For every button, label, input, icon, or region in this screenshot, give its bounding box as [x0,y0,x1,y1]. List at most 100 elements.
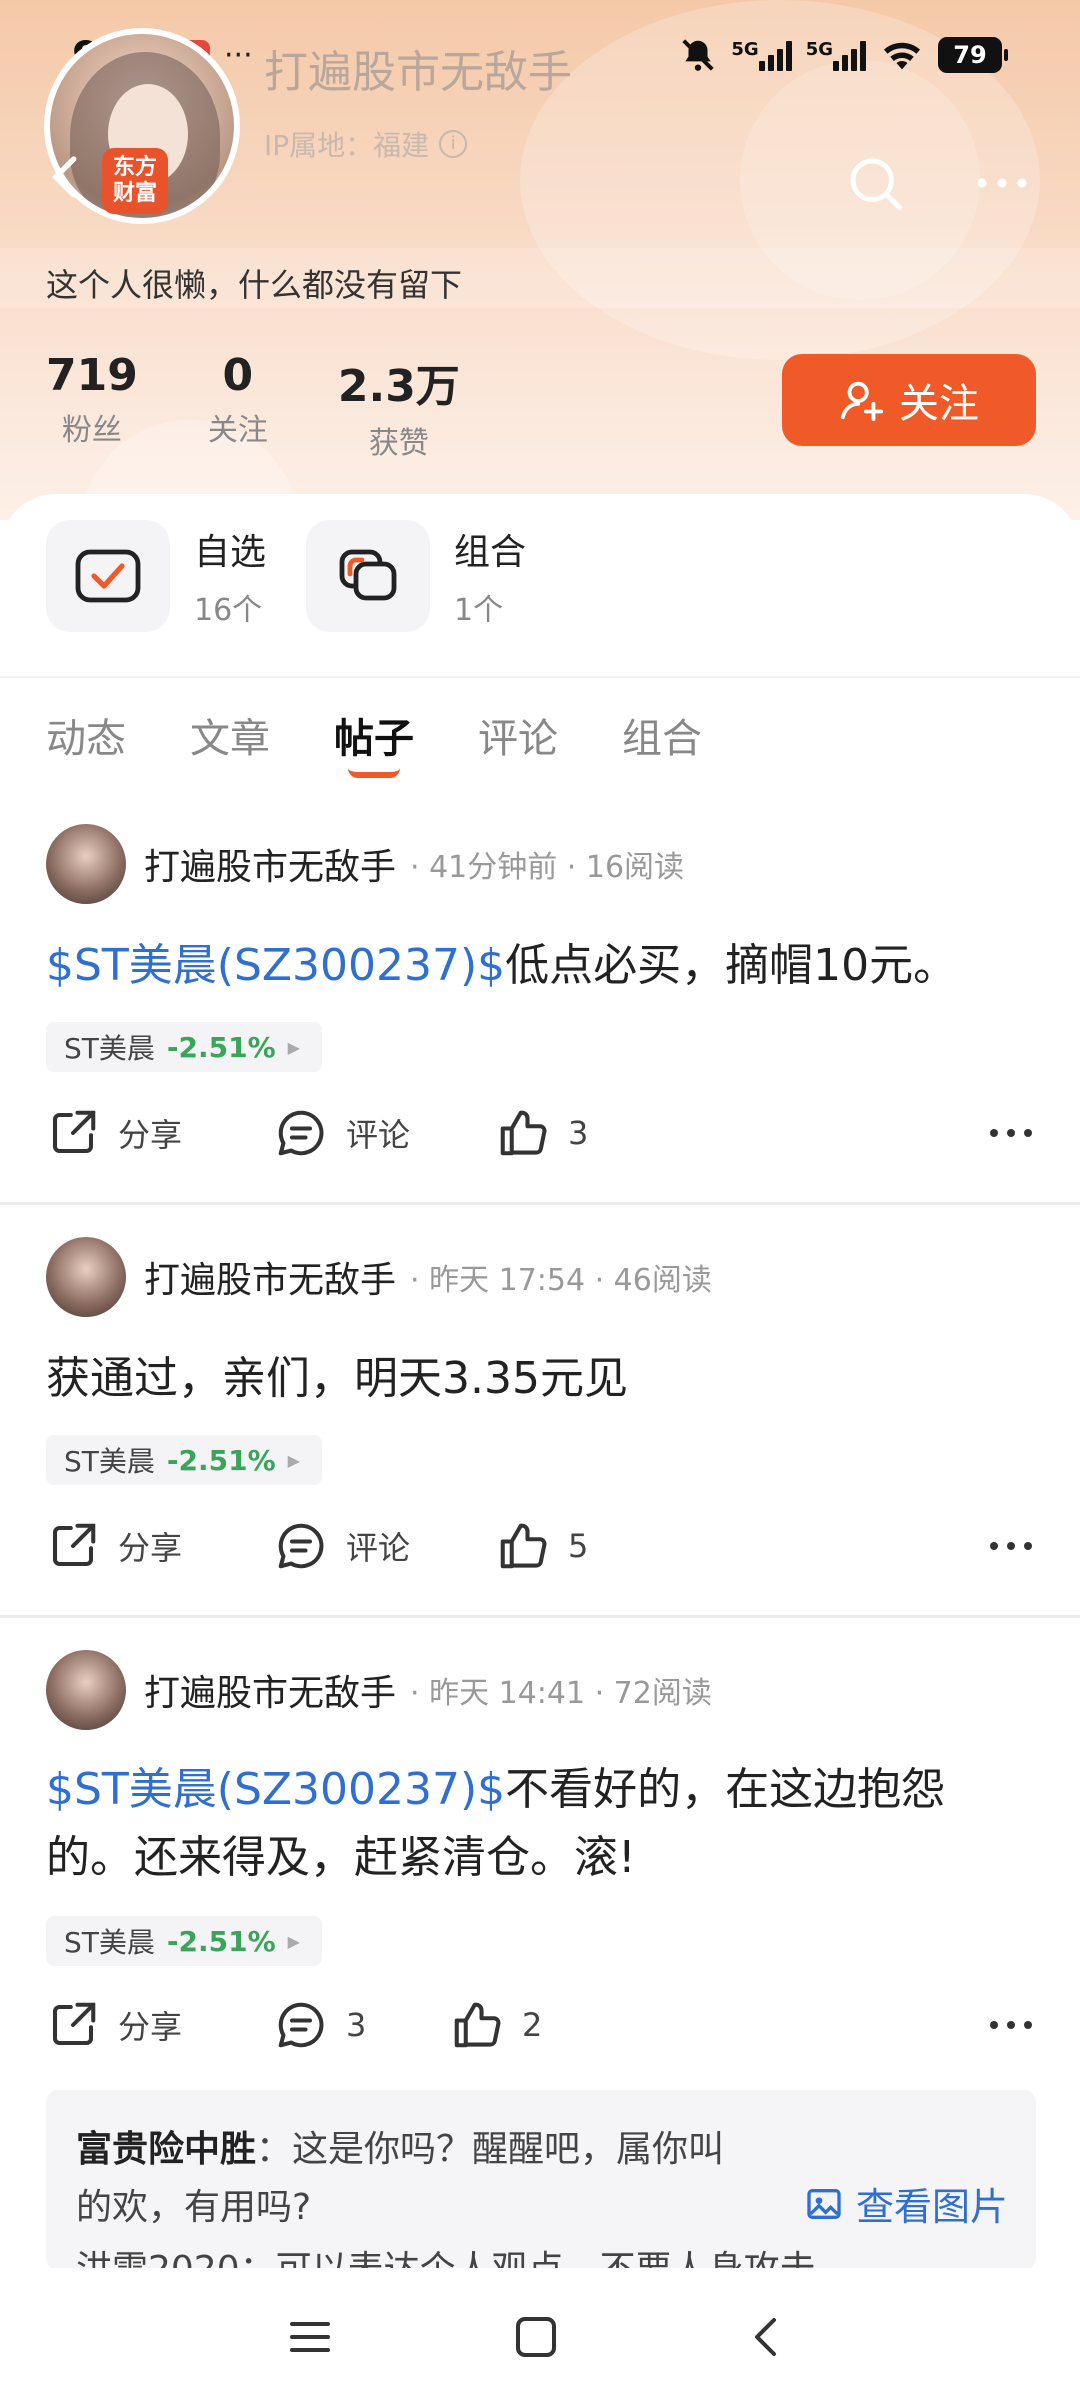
share-button[interactable]: 分享 [46,1998,182,2052]
menu-icon [290,2322,330,2352]
profile-tabs: 动态 文章 帖子 评论 组合 [46,706,702,778]
post-divider [0,1615,1080,1618]
nav-menu-button[interactable] [280,2312,340,2362]
system-navigation-bar [0,2268,1080,2400]
like-button[interactable]: 3 [496,1106,588,1160]
post-meta: · 41分钟前 · 16阅读 [410,850,685,885]
shortcut-watchlist[interactable]: 自选 16个 [46,520,266,632]
share-icon [52,1523,96,1567]
author-avatar[interactable] [46,1650,126,1730]
stock-chip[interactable]: ST美晨 -2.51% ▶ [46,1435,322,1485]
stat-followers[interactable]: 719 粉丝 [46,350,138,462]
info-icon[interactable]: i [439,130,468,158]
post-divider [0,1202,1080,1205]
post-content[interactable]: 获通过，亲们，明天3.35元见 [46,1345,1036,1413]
more-options-button[interactable] [972,166,1032,200]
share-button[interactable]: 分享 [46,1519,182,1573]
home-square-icon [516,2317,556,2357]
author-name[interactable]: 打遍股市无敌手 [144,838,396,890]
comment-button[interactable]: 评论 [274,1519,410,1573]
author-name[interactable]: 打遍股市无敌手 [144,1251,396,1303]
section-divider [0,676,1080,678]
eastmoney-logo: 东方 财富 [102,148,168,214]
stock-chip[interactable]: ST美晨 -2.51% ▶ [46,1022,322,1072]
author-avatar[interactable] [46,824,126,904]
portfolio-icon [339,549,397,601]
post-header: 打遍股市无敌手 · 昨天 14:41 · 72阅读 [46,1650,712,1730]
comment-button[interactable]: 评论 [274,1106,410,1160]
comment-author[interactable]: 富贵险中胜 [76,2129,256,2170]
chip-arrow-icon: ▶ [287,1931,300,1951]
stat-likes[interactable]: 2.3万 获赞 [338,350,460,462]
post-more-icon[interactable] [986,1531,1036,1561]
tab-posts[interactable]: 帖子 [334,706,414,778]
shortcut-row: 自选 16个 组合 1个 [46,520,526,632]
comment-preview[interactable]: 富贵险中胜：这是你吗？醒醒吧，属你叫 的欢，有用吗? 查看图片 洪雷2020：可… [46,2090,1036,2270]
chip-arrow-icon: ▶ [287,1037,300,1057]
share-button[interactable]: 分享 [46,1106,182,1160]
like-button[interactable]: 2 [450,1998,542,2052]
add-user-icon [840,381,884,422]
share-icon [52,1110,96,1154]
thumbs-up-icon [500,1523,547,1569]
comment-button[interactable]: 3 [274,1998,366,2052]
wifi-icon [884,42,920,70]
post-more-icon[interactable] [986,1118,1036,1148]
post-content[interactable]: $ST美晨(SZ300237)$低点必买，摘帽10元。 [46,932,1036,1000]
post-actions: 分享 3 2 [46,1998,1036,2068]
signal-2: 5G [806,39,866,71]
active-tab-indicator [348,768,400,778]
post-actions: 分享 评论 5 [46,1519,1036,1589]
stock-link[interactable]: $ST美晨(SZ300237)$ [46,940,505,991]
nav-back-button[interactable] [736,2312,796,2362]
share-icon [52,2002,96,2046]
profile-bio: 这个人很懒，什么都没有留下 [46,266,463,304]
nav-home-button[interactable] [506,2312,566,2362]
post-meta: · 昨天 14:41 · 72阅读 [410,1676,712,1711]
stock-chip[interactable]: ST美晨 -2.51% ▶ [46,1916,322,1966]
post-header: 打遍股市无敌手 · 昨天 17:54 · 46阅读 [46,1237,712,1317]
battery-indicator: 79 [938,37,1008,73]
comment-text: 富贵险中胜：这是你吗？醒醒吧，属你叫 [76,2129,725,2170]
search-icon [850,158,903,211]
tab-portfolio[interactable]: 组合 [622,706,702,764]
back-chevron-icon [755,2318,776,2356]
comment-text-line2: 的欢，有用吗? [76,2187,312,2228]
post-actions: 分享 评论 3 [46,1106,1036,1176]
comment-icon [278,1110,324,1156]
image-icon [807,2188,841,2219]
author-name[interactable]: 打遍股市无敌手 [144,1664,396,1716]
signal-1: 5G [731,39,792,71]
follow-button[interactable]: 关注 [782,354,1036,446]
like-button[interactable]: 5 [496,1519,588,1573]
profile-stats: 719 粉丝 0 关注 2.3万 获赞 [46,350,460,462]
post-content[interactable]: $ST美晨(SZ300237)$不看好的，在这边抱怨 的。还来得及，赶紧清仓。滚… [46,1756,1036,1892]
comment-icon [278,2002,324,2048]
watchlist-check-icon [75,549,141,603]
view-image-link[interactable]: 查看图片 [804,2176,1008,2231]
signal-bars-icon [833,39,866,71]
thumbs-up-icon [454,2002,501,2048]
shortcut-portfolio[interactable]: 组合 1个 [306,520,526,632]
comment-icon [278,1523,324,1569]
tab-articles[interactable]: 文章 [190,706,270,764]
ip-location: IP属地：福建 i [264,124,468,164]
more-dots-icon [977,178,1027,188]
post-header: 打遍股市无敌手 · 41分钟前 · 16阅读 [46,824,684,904]
search-button[interactable] [842,150,908,216]
post-meta: · 昨天 17:54 · 46阅读 [410,1263,712,1298]
signal-bars-icon [758,39,792,71]
comment-text-next: 洪雷2020：可以表达个人观点，不要人身攻击 [76,2249,816,2270]
stock-link[interactable]: $ST美晨(SZ300237)$ [46,1764,505,1815]
mute-bell-icon [682,39,715,71]
tab-comments[interactable]: 评论 [478,706,558,764]
thumbs-up-icon [500,1110,547,1156]
stat-following[interactable]: 0 关注 [208,350,268,462]
chip-arrow-icon: ▶ [287,1450,300,1470]
header-nickname: 打遍股市无敌手 [264,47,572,98]
back-arrow-icon [51,156,77,198]
author-avatar[interactable] [46,1237,126,1317]
tab-dynamics[interactable]: 动态 [46,706,126,764]
post-more-icon[interactable] [986,2010,1036,2040]
back-button[interactable] [40,150,94,204]
